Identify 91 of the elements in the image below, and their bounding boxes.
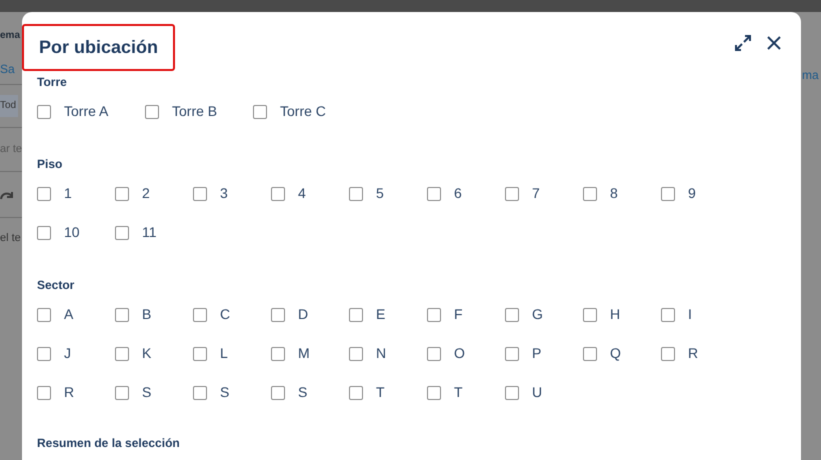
checkbox-label: 10: [64, 223, 80, 242]
checkbox-label: Torre C: [280, 102, 326, 121]
checkbox[interactable]: [349, 346, 363, 360]
checkbox[interactable]: [505, 346, 519, 360]
checkbox[interactable]: [37, 226, 51, 240]
checkbox-label: C: [220, 305, 230, 324]
checkbox-label: A: [64, 305, 74, 324]
section-label: Sector: [37, 277, 76, 294]
checkbox-label: 6: [454, 184, 462, 203]
checkbox-label: G: [532, 305, 543, 324]
checkbox-label: 5: [376, 184, 384, 203]
checkbox[interactable]: [271, 346, 285, 360]
checkbox[interactable]: [271, 308, 285, 322]
checkbox-label: 1: [64, 184, 72, 203]
checkbox[interactable]: [505, 308, 519, 322]
checkbox[interactable]: [193, 308, 207, 322]
checkbox[interactable]: [193, 186, 207, 200]
checkbox-label: B: [142, 305, 152, 324]
checkbox-label: P: [532, 344, 542, 363]
checkbox[interactable]: [253, 104, 267, 118]
checkbox-label: N: [376, 344, 386, 363]
checkbox-label: M: [298, 344, 310, 363]
checkbox-label: 4: [298, 184, 306, 203]
checkbox[interactable]: [193, 346, 207, 360]
checkbox[interactable]: [37, 186, 51, 200]
checkbox-label: R: [64, 383, 74, 402]
checkbox-label: Torre B: [172, 102, 218, 121]
checkbox[interactable]: [583, 308, 597, 322]
checkbox-label: T: [454, 383, 463, 402]
checkbox-label: T: [376, 383, 385, 402]
checkbox[interactable]: [427, 346, 441, 360]
checkbox[interactable]: [193, 386, 207, 400]
checkbox-label: 2: [142, 184, 150, 203]
checkbox[interactable]: [661, 186, 675, 200]
checkbox[interactable]: [271, 386, 285, 400]
checkbox-label: O: [454, 344, 465, 363]
checkbox-label: H: [610, 305, 620, 324]
close-icon[interactable]: [766, 35, 782, 51]
text-fragment: el te: [0, 232, 21, 244]
checkbox[interactable]: [115, 346, 129, 360]
checkbox-label: 3: [220, 184, 228, 203]
checkbox[interactable]: [271, 186, 285, 200]
checkbox[interactable]: [37, 104, 51, 118]
checkbox[interactable]: [37, 308, 51, 322]
checkbox-label: F: [454, 305, 463, 324]
checkbox-label: D: [298, 305, 308, 324]
checkbox-label: L: [220, 344, 228, 363]
checkbox[interactable]: [115, 386, 129, 400]
page-heading-fragment: ema: [0, 31, 20, 41]
checkbox-label: Q: [610, 344, 621, 363]
checkbox[interactable]: [583, 346, 597, 360]
checkbox-label: Torre A: [64, 102, 108, 121]
checkbox[interactable]: [349, 308, 363, 322]
dialog-title: Por ubicación: [22, 24, 176, 71]
checkbox-label: K: [142, 344, 152, 363]
section-label: Resumen de la selección: [37, 435, 181, 452]
checkbox-label: S: [298, 383, 308, 402]
checkbox-label: R: [688, 344, 698, 363]
expand-icon[interactable]: [734, 34, 752, 52]
link-fragment[interactable]: ma: [802, 69, 819, 81]
checkbox[interactable]: [115, 226, 129, 240]
checkbox[interactable]: [661, 308, 675, 322]
checkbox[interactable]: [349, 186, 363, 200]
checkbox[interactable]: [427, 386, 441, 400]
checkbox-label: S: [220, 383, 230, 402]
checkbox[interactable]: [37, 346, 51, 360]
checkbox[interactable]: [115, 308, 129, 322]
checkbox-label: E: [376, 305, 386, 324]
checkbox[interactable]: [37, 386, 51, 400]
checkbox-label: S: [142, 383, 152, 402]
checkbox[interactable]: [661, 346, 675, 360]
checkbox-label: I: [688, 305, 692, 324]
checkbox[interactable]: [427, 308, 441, 322]
checkbox[interactable]: [145, 104, 159, 118]
checkbox[interactable]: [505, 386, 519, 400]
checkbox[interactable]: [427, 186, 441, 200]
filter-chip-fragment[interactable]: Tod: [0, 95, 18, 117]
link-fragment[interactable]: Sa: [0, 63, 15, 75]
checkbox-label: 7: [532, 184, 540, 203]
section-label: Piso: [37, 156, 64, 173]
checkbox-label: 8: [610, 184, 618, 203]
checkbox-label: 11: [142, 223, 157, 242]
section-label: Torre: [37, 74, 68, 91]
checkbox[interactable]: [583, 186, 597, 200]
checkbox-label: U: [532, 383, 542, 402]
redo-icon[interactable]: [0, 190, 14, 200]
checkbox-label: 9: [688, 184, 696, 203]
checkbox-label: J: [64, 344, 71, 363]
checkbox[interactable]: [505, 186, 519, 200]
checkbox[interactable]: [349, 386, 363, 400]
checkbox[interactable]: [115, 186, 129, 200]
